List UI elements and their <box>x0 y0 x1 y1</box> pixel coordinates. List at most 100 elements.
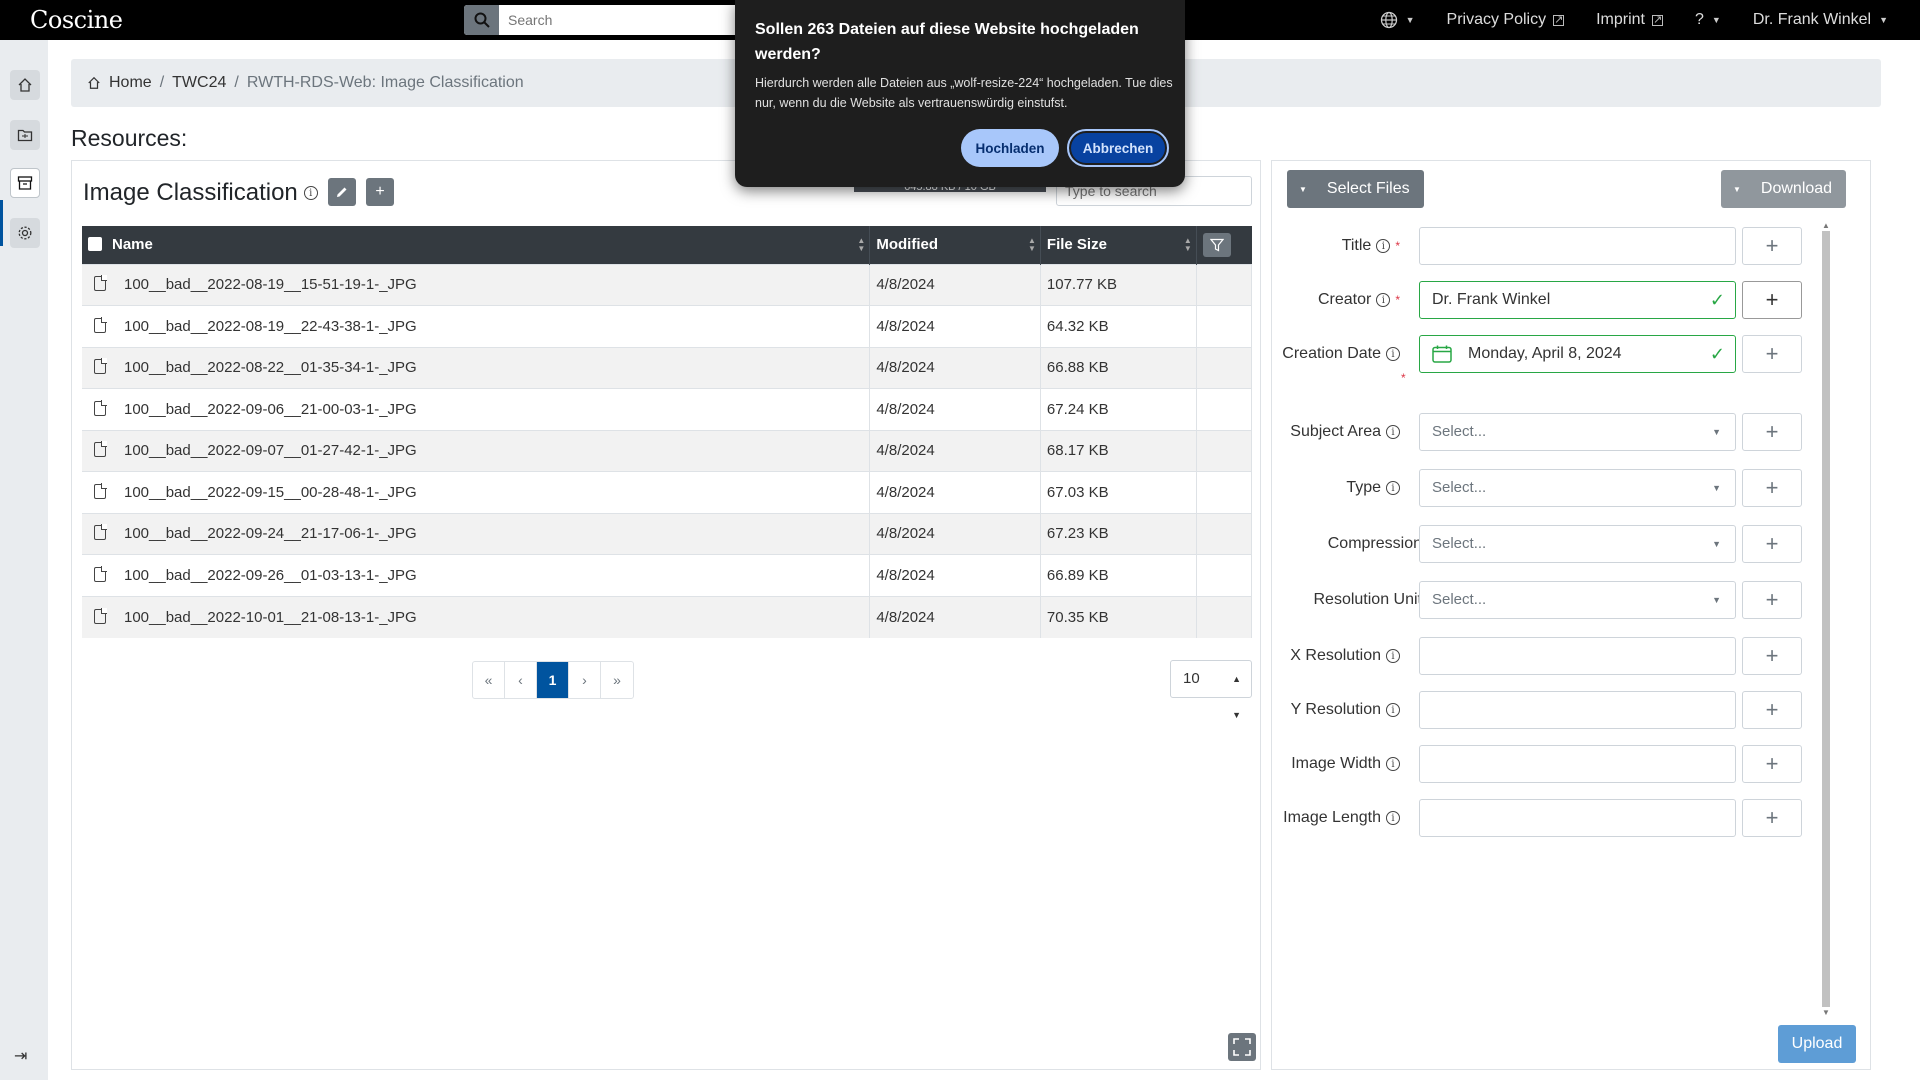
table-row[interactable]: 100__bad__2022-09-06__21-00-03-1-_JPG 4/8… <box>82 388 1253 430</box>
add-resolution-unit-button[interactable]: + <box>1742 581 1802 619</box>
breadcrumb-separator: / <box>234 74 239 91</box>
add-image-length-button[interactable]: + <box>1742 799 1802 837</box>
app-logo[interactable]: Coscine <box>30 6 123 34</box>
add-y-resolution-button[interactable]: + <box>1742 691 1802 729</box>
scrollbar-thumb[interactable] <box>1822 231 1830 1007</box>
table-row[interactable]: 100__bad__2022-08-22__01-35-34-1-_JPG 4/8… <box>82 346 1253 389</box>
image-length-input[interactable] <box>1419 799 1736 837</box>
confirm-upload-button[interactable]: Hochladen <box>961 129 1059 167</box>
upload-button[interactable]: Upload <box>1778 1025 1856 1063</box>
per-page-select[interactable]: 10 ▲ ▼ <box>1170 660 1252 720</box>
table-row[interactable]: 100__bad__2022-10-01__21-08-13-1-_JPG 4/8… <box>82 595 1253 638</box>
compression-select[interactable]: Select... ▼ <box>1419 525 1736 563</box>
resolution-unit-select[interactable]: Select... ▼ <box>1419 581 1736 619</box>
table-row[interactable]: 100__bad__2022-09-07__01-27-42-1-_JPG 4/8… <box>82 429 1253 472</box>
x-resolution-input[interactable] <box>1419 637 1736 675</box>
select-all-checkbox[interactable] <box>88 237 102 252</box>
table-row[interactable]: 100__bad__2022-09-24__21-17-06-1-_JPG 4/8… <box>82 512 1253 555</box>
breadcrumb-home[interactable]: Home <box>109 74 152 92</box>
chevron-down-icon: ▼ <box>1712 427 1721 437</box>
add-compression-button[interactable]: + <box>1742 525 1802 563</box>
file-icon <box>94 482 107 499</box>
cancel-upload-button[interactable]: Abbrechen <box>1067 129 1169 167</box>
add-image-width-button[interactable]: + <box>1742 745 1802 783</box>
download-button[interactable]: ▼ Download <box>1721 170 1847 208</box>
info-icon[interactable]: i <box>1386 811 1400 825</box>
file-name-cell[interactable]: 100__bad__2022-08-19__15-51-19-1-_JPG <box>82 263 871 306</box>
info-icon[interactable]: i <box>1386 347 1400 361</box>
column-modified[interactable]: Modified ▲ ▼ <box>869 226 1041 264</box>
sidebar-settings[interactable] <box>10 218 40 248</box>
file-name-cell[interactable]: 100__bad__2022-09-07__01-27-42-1-_JPG <box>82 429 871 472</box>
page-prev-button[interactable]: ‹ <box>505 662 537 698</box>
subject-area-select[interactable]: Select... ▼ <box>1419 413 1736 451</box>
file-modified-cell: 4/8/2024 <box>869 263 1041 306</box>
column-name[interactable]: Name ▲ ▼ <box>82 226 871 264</box>
y-resolution-input[interactable] <box>1419 691 1736 729</box>
type-select[interactable]: Select... ▼ <box>1419 469 1736 507</box>
table-row[interactable]: 100__bad__2022-08-19__22-43-38-1-_JPG 4/8… <box>82 305 1253 347</box>
table-header-row: Name ▲ ▼ Modified ▲ ▼ File Size ▲ ▼ <box>82 226 1252 264</box>
file-name-cell[interactable]: 100__bad__2022-08-19__22-43-38-1-_JPG <box>82 305 871 347</box>
page-first-button[interactable]: « <box>473 662 505 698</box>
privacy-link[interactable]: Privacy Policy ↗ <box>1447 11 1565 29</box>
add-creator-button[interactable]: + <box>1742 281 1802 319</box>
sidebar-home[interactable] <box>10 70 40 100</box>
file-name-cell[interactable]: 100__bad__2022-09-26__01-03-13-1-_JPG <box>82 554 871 596</box>
creation-date-input[interactable]: Monday, April 8, 2024 ✓ <box>1419 335 1736 373</box>
file-name-cell[interactable]: 100__bad__2022-09-06__21-00-03-1-_JPG <box>82 388 871 430</box>
file-name-cell[interactable]: 100__bad__2022-08-22__01-35-34-1-_JPG <box>82 346 871 389</box>
imprint-link[interactable]: Imprint ↗ <box>1596 11 1663 29</box>
home-icon <box>18 78 32 92</box>
help-menu[interactable]: ? ▼ <box>1695 11 1721 29</box>
sidebar-collapse-icon[interactable]: ⇥ <box>14 1046 27 1066</box>
metadata-scrollbar[interactable]: ▲ ▼ <box>1820 221 1832 1017</box>
file-name-cell[interactable]: 100__bad__2022-10-01__21-08-13-1-_JPG <box>82 595 871 638</box>
breadcrumb-project[interactable]: TWC24 <box>172 74 226 92</box>
info-icon[interactable]: i <box>1386 481 1400 495</box>
pencil-icon <box>337 187 347 197</box>
table-row[interactable]: 100__bad__2022-08-19__15-51-19-1-_JPG 4/8… <box>82 263 1253 306</box>
info-icon[interactable]: i <box>303 186 318 200</box>
gear-icon <box>18 226 32 240</box>
archive-icon <box>17 176 33 190</box>
fullscreen-button[interactable] <box>1228 1033 1256 1061</box>
scroll-up-icon[interactable]: ▲ <box>1820 221 1832 230</box>
info-icon[interactable]: i <box>1376 293 1391 307</box>
add-resource-button[interactable]: + <box>366 178 394 206</box>
filter-button[interactable] <box>1202 232 1231 257</box>
info-icon[interactable]: i <box>1376 239 1391 253</box>
search-input[interactable] <box>500 5 760 35</box>
info-icon[interactable]: i <box>1386 703 1400 717</box>
image-width-input[interactable] <box>1419 745 1736 783</box>
add-title-button[interactable]: + <box>1742 227 1802 265</box>
title-input[interactable] <box>1419 227 1736 265</box>
file-name-cell[interactable]: 100__bad__2022-09-15__00-28-48-1-_JPG <box>82 471 871 513</box>
table-row[interactable]: 100__bad__2022-09-15__00-28-48-1-_JPG 4/8… <box>82 471 1253 513</box>
page-last-button[interactable]: » <box>601 662 633 698</box>
search-icon[interactable] <box>464 5 499 35</box>
file-name-cell[interactable]: 100__bad__2022-09-24__21-17-06-1-_JPG <box>82 512 871 555</box>
add-subject-area-button[interactable]: + <box>1742 413 1802 451</box>
edit-resource-button[interactable] <box>328 178 356 206</box>
page-next-button[interactable]: › <box>569 662 601 698</box>
info-icon[interactable]: i <box>1386 425 1400 439</box>
sidebar-resource[interactable] <box>10 168 40 198</box>
add-creation-date-button[interactable]: + <box>1742 335 1802 373</box>
info-icon[interactable]: i <box>1386 649 1400 663</box>
column-size[interactable]: File Size ▲ ▼ <box>1040 226 1197 264</box>
info-icon[interactable]: i <box>1386 757 1400 771</box>
scroll-down-icon[interactable]: ▼ <box>1820 1008 1832 1017</box>
sidebar-active-indicator <box>0 200 3 246</box>
creator-input[interactable]: Dr. Frank Winkel ✓ <box>1419 281 1736 319</box>
sidebar-project[interactable] <box>10 120 40 150</box>
add-x-resolution-button[interactable]: + <box>1742 637 1802 675</box>
user-menu[interactable]: Dr. Frank Winkel ▼ <box>1753 11 1888 29</box>
language-selector[interactable]: ▼ <box>1380 11 1415 29</box>
add-type-button[interactable]: + <box>1742 469 1802 507</box>
page-current-button[interactable]: 1 <box>537 662 569 698</box>
select-files-button[interactable]: ▼ Select Files <box>1287 170 1424 208</box>
table-row[interactable]: 100__bad__2022-09-26__01-03-13-1-_JPG 4/8… <box>82 554 1253 596</box>
external-link-icon: ↗ <box>1553 13 1565 26</box>
chevron-down-icon: ▼ <box>1405 15 1415 25</box>
